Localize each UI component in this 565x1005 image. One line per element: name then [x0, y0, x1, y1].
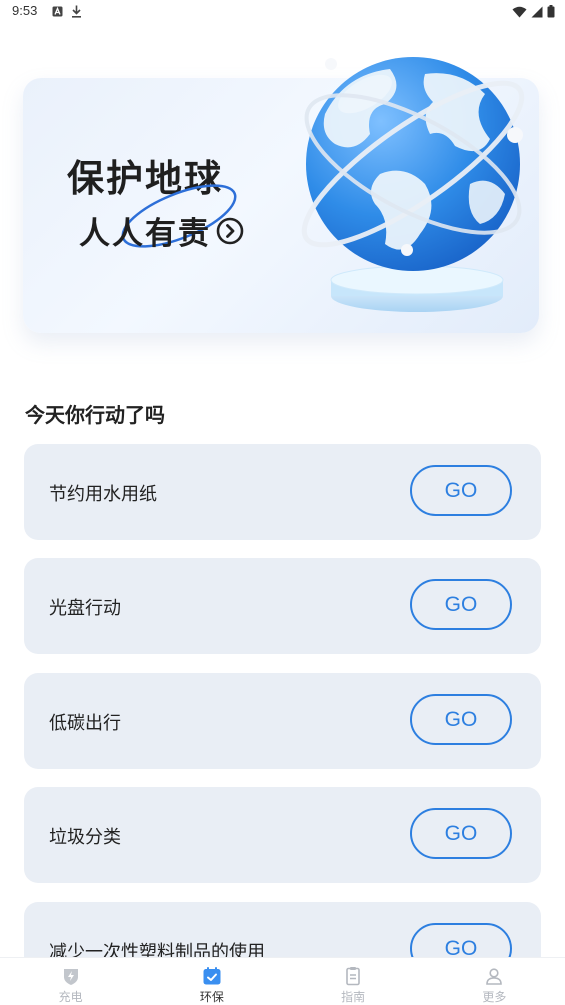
a-box-icon — [52, 6, 63, 17]
nav-label: 充电 — [58, 990, 83, 1004]
status-bar: 9:53 — [0, 0, 565, 24]
nav-item-guide[interactable]: 指南 — [283, 958, 424, 1005]
nav-label: 指南 — [341, 990, 366, 1004]
eco-banner[interactable]: 保护地球 人人有责 — [23, 57, 539, 333]
task-card-low-carbon-travel: 低碳出行 GO — [24, 673, 541, 769]
task-card-clean-plate: 光盘行动 GO — [24, 558, 541, 654]
nav-item-eco[interactable]: 环保 — [141, 958, 282, 1005]
nav-item-more[interactable]: 更多 — [424, 958, 565, 1005]
battery-icon — [547, 5, 555, 18]
bottom-nav: 充电 环保 指南 更多 — [0, 957, 565, 1005]
section-title: 今天你行动了吗 — [25, 403, 165, 427]
task-label: 节约用水用纸 — [49, 484, 157, 505]
chevron-right-circle-icon[interactable] — [215, 216, 245, 246]
task-label: 光盘行动 — [49, 598, 121, 619]
go-button[interactable]: GO — [410, 465, 512, 516]
status-right-icons — [512, 5, 555, 18]
go-button[interactable]: GO — [410, 694, 512, 745]
user-icon — [486, 968, 503, 985]
status-time: 9:53 — [12, 3, 38, 18]
task-card-garbage-sorting: 垃圾分类 GO — [24, 787, 541, 883]
go-button[interactable]: GO — [410, 808, 512, 859]
clipboard-icon — [346, 967, 360, 986]
nav-label: 环保 — [199, 990, 224, 1004]
task-label: 垃圾分类 — [49, 827, 121, 848]
nav-item-charge[interactable]: 充电 — [0, 958, 141, 1005]
calendar-check-icon — [203, 967, 221, 985]
signal-icon — [531, 6, 543, 17]
go-button[interactable]: GO — [410, 579, 512, 630]
wifi-icon — [512, 6, 527, 17]
task-label: 低碳出行 — [49, 713, 121, 734]
banner-slogan-line2: 人人有责 — [79, 216, 211, 252]
task-card-save-water-paper: 节约用水用纸 GO — [24, 444, 541, 540]
download-icon — [72, 5, 81, 18]
globe-illustration — [301, 57, 525, 312]
charge-shield-icon — [63, 969, 78, 985]
nav-label: 更多 — [482, 990, 507, 1004]
status-left-icons — [52, 5, 82, 18]
